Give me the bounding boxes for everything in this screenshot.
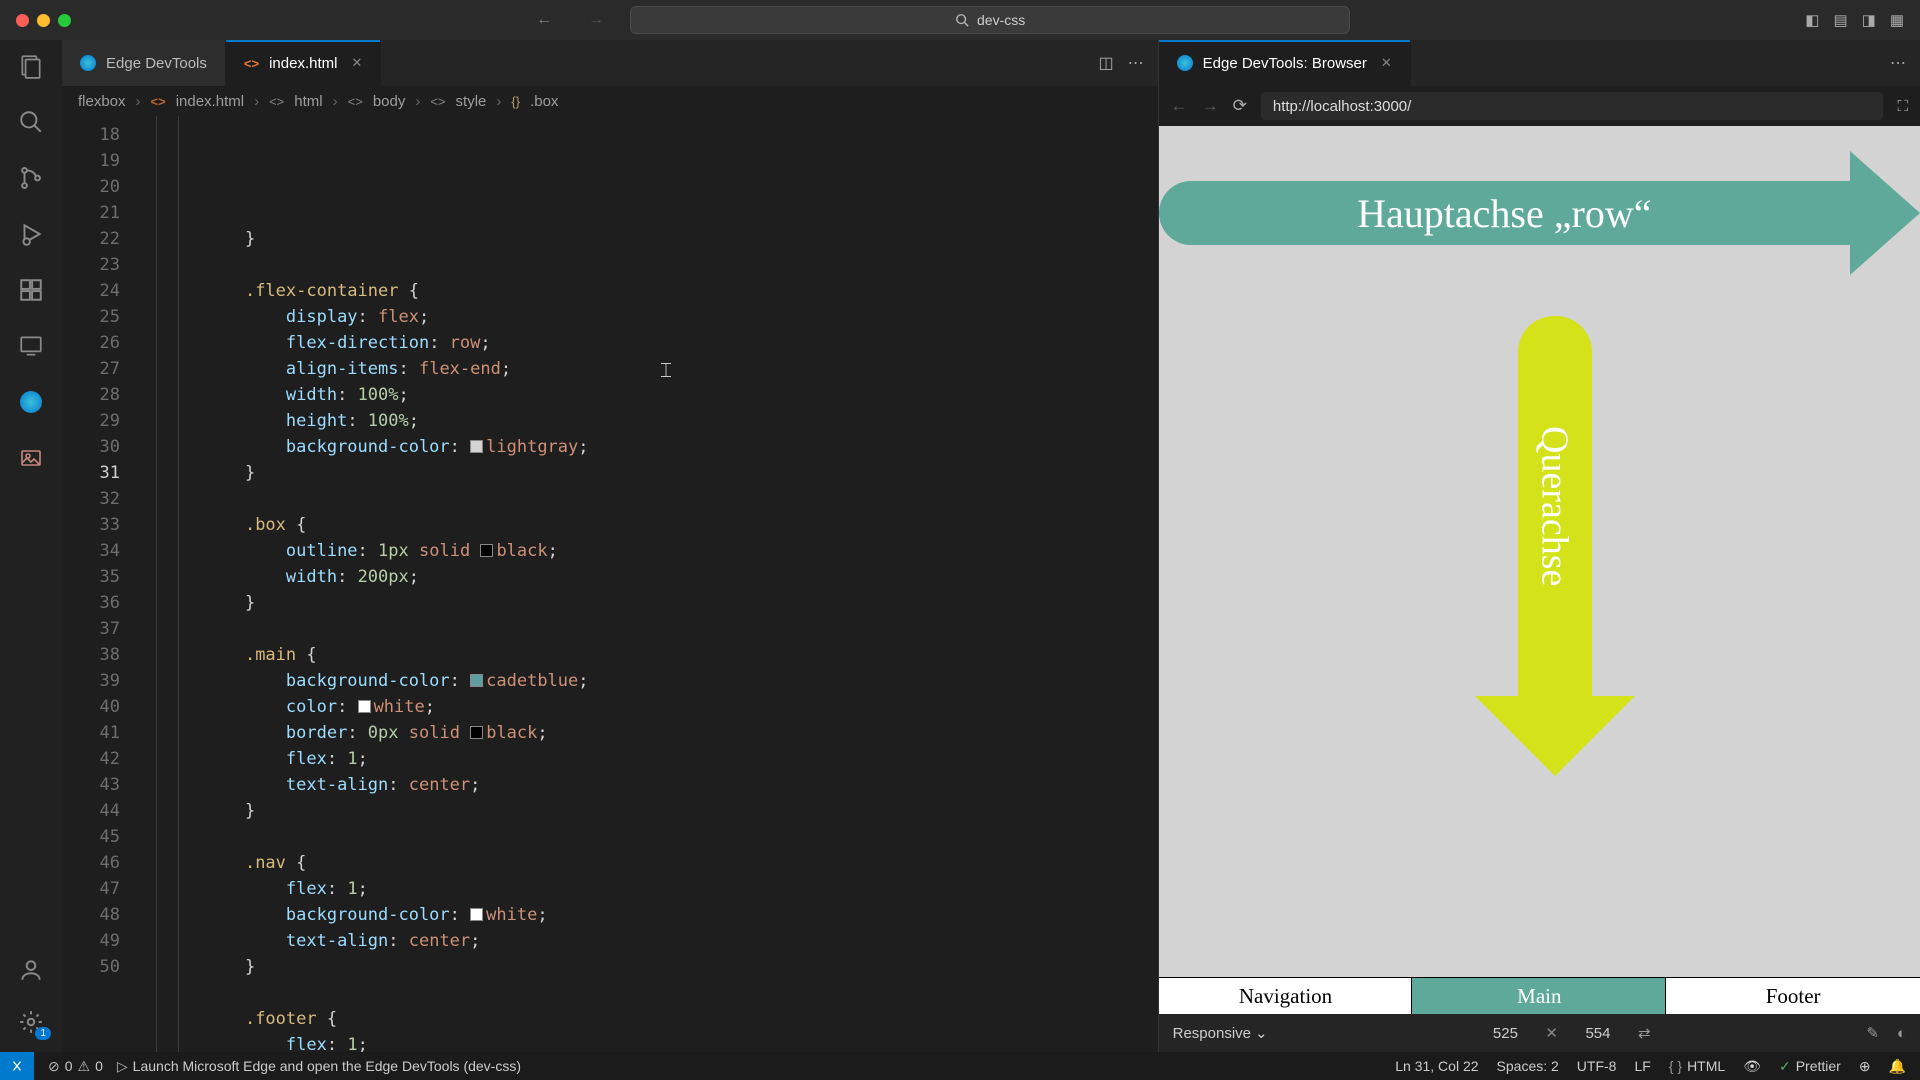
maximize-window-button[interactable] [58, 14, 71, 27]
activity-bar [0, 40, 62, 1052]
browser-preview-pane: ← → ⟳ ⛶ Hauptachse „row“ Querachse [1159, 86, 1920, 1052]
html-file-icon: <> [244, 56, 259, 71]
nav-forward-button[interactable]: → [578, 7, 614, 33]
source-control-icon[interactable] [17, 164, 45, 192]
viewport-height[interactable]: 554 [1576, 1025, 1620, 1042]
more-actions-icon[interactable]: ⋯ [1128, 53, 1144, 73]
tab-edge-devtools[interactable]: Edge DevTools [62, 40, 226, 86]
more-actions-icon[interactable]: ⋯ [1890, 53, 1906, 73]
prettier-status[interactable]: ✓ Prettier [1779, 1058, 1841, 1075]
notifications-icon[interactable]: 🔔 [1889, 1058, 1906, 1075]
launch-devtools-action[interactable]: ▷ Launch Microsoft Edge and open the Edg… [117, 1058, 521, 1075]
encoding[interactable]: UTF-8 [1577, 1058, 1617, 1074]
browser-toolbar: ← → ⟳ ⛶ [1159, 86, 1920, 126]
tab-edge-browser[interactable]: Edge DevTools: Browser ✕ [1159, 40, 1411, 86]
emulate-css-icon[interactable]: ◐ [1897, 1025, 1906, 1042]
bc-segment[interactable]: html [294, 93, 322, 110]
screenshot-icon[interactable]: ✎ [1866, 1024, 1879, 1042]
tab-label: Edge DevTools [106, 55, 207, 72]
browser-back-button[interactable]: ← [1171, 96, 1188, 116]
settings-gear-icon[interactable] [17, 1008, 45, 1036]
indentation[interactable]: Spaces: 2 [1497, 1058, 1559, 1074]
remote-explorer-icon[interactable] [17, 332, 45, 360]
window-controls [16, 14, 71, 27]
breadcrumb[interactable]: flexbox› <>index.html› <>html› <>body› <… [62, 86, 1158, 116]
main-axis-arrow: Hauptachse „row“ [1159, 158, 1920, 268]
code-area[interactable]: ⌶ } .flex-container { display: flex; fle… [140, 116, 1158, 1052]
browser-viewport[interactable]: Hauptachse „row“ Querachse Navigation Ma… [1159, 126, 1920, 1014]
command-center-search[interactable]: dev-css [630, 6, 1350, 34]
search-icon[interactable] [17, 108, 45, 136]
nav-back-button[interactable]: ← [526, 7, 562, 33]
main-axis-label: Hauptachse „row“ [1357, 190, 1651, 237]
viewport-width[interactable]: 525 [1483, 1025, 1527, 1042]
search-icon [955, 13, 969, 27]
cross-axis-arrow: Querachse [1475, 316, 1635, 776]
extensions-icon[interactable] [17, 276, 45, 304]
tab-label: index.html [269, 55, 337, 72]
bc-segment[interactable]: style [456, 93, 487, 110]
layout-panel-bottom-icon[interactable]: ▤ [1833, 11, 1847, 29]
bc-segment[interactable]: body [373, 93, 406, 110]
explorer-icon[interactable] [17, 52, 45, 80]
dimension-separator: ✕ [1545, 1024, 1558, 1042]
address-bar[interactable] [1261, 92, 1884, 120]
language-mode[interactable]: { } HTML [1669, 1058, 1725, 1074]
bc-segment[interactable]: .box [530, 93, 558, 110]
gutter: 1819202122232425262728293031323334353637… [62, 116, 140, 1052]
problems-indicator[interactable]: ⊘0 ⚠0 [48, 1058, 103, 1075]
edge-icon [80, 55, 96, 71]
flex-demo-row: Navigation Main Footer [1159, 978, 1920, 1014]
device-select[interactable]: Responsive ⌄ [1173, 1024, 1268, 1042]
split-editor-icon[interactable]: ◫ [1099, 53, 1114, 73]
tab-index-html[interactable]: <> index.html ✕ [226, 40, 381, 86]
demo-nav-cell: Navigation [1159, 978, 1413, 1014]
close-tab-button[interactable]: ✕ [351, 55, 362, 71]
chevron-down-icon: ⌄ [1255, 1024, 1268, 1042]
layout-customize-icon[interactable]: ▦ [1890, 11, 1904, 29]
demo-main-cell: Main [1412, 978, 1666, 1014]
eol[interactable]: LF [1634, 1058, 1650, 1074]
bc-segment[interactable]: flexbox [78, 93, 126, 110]
minimize-window-button[interactable] [37, 14, 50, 27]
editor-tabs: Edge DevTools <> index.html ✕ ◫ ⋯ Edge D… [62, 40, 1920, 86]
search-title: dev-css [977, 12, 1025, 28]
image-preview-icon[interactable] [17, 444, 45, 472]
tab-label: Edge DevTools: Browser [1203, 55, 1367, 72]
browser-forward-button[interactable]: → [1202, 96, 1219, 116]
editor-pane: flexbox› <>index.html› <>html› <>body› <… [62, 86, 1159, 1052]
cross-axis-label: Querachse [1533, 426, 1577, 586]
layout-panel-left-icon[interactable]: ◧ [1805, 11, 1819, 29]
live-preview-icon[interactable]: 👁 [1743, 1058, 1761, 1075]
remote-indicator[interactable] [0, 1052, 34, 1080]
bc-segment[interactable]: index.html [176, 93, 244, 110]
edge-icon [1177, 55, 1193, 71]
rotate-device-icon[interactable]: ⇄ [1638, 1024, 1651, 1042]
layout-panel-right-icon[interactable]: ◨ [1862, 11, 1876, 29]
debug-icon[interactable] [17, 220, 45, 248]
cursor-position[interactable]: Ln 31, Col 22 [1395, 1058, 1478, 1074]
inspect-element-icon[interactable]: ⛶ [1897, 98, 1908, 115]
demo-footer-cell: Footer [1666, 978, 1920, 1014]
close-window-button[interactable] [16, 14, 29, 27]
close-tab-button[interactable]: ✕ [1381, 55, 1392, 71]
status-bar: ⊘0 ⚠0 ▷ Launch Microsoft Edge and open t… [0, 1052, 1920, 1080]
account-icon[interactable] [17, 956, 45, 984]
browser-reload-button[interactable]: ⟳ [1233, 96, 1247, 116]
edge-tools-icon[interactable] [17, 388, 45, 416]
feedback-icon[interactable]: ⊕ [1859, 1058, 1871, 1075]
titlebar: ← → dev-css ◧ ▤ ◨ ▦ [0, 0, 1920, 40]
code-editor[interactable]: 1819202122232425262728293031323334353637… [62, 116, 1158, 1052]
device-toolbar: Responsive ⌄ 525 ✕ 554 ⇄ ✎ ◐ [1159, 1014, 1920, 1052]
